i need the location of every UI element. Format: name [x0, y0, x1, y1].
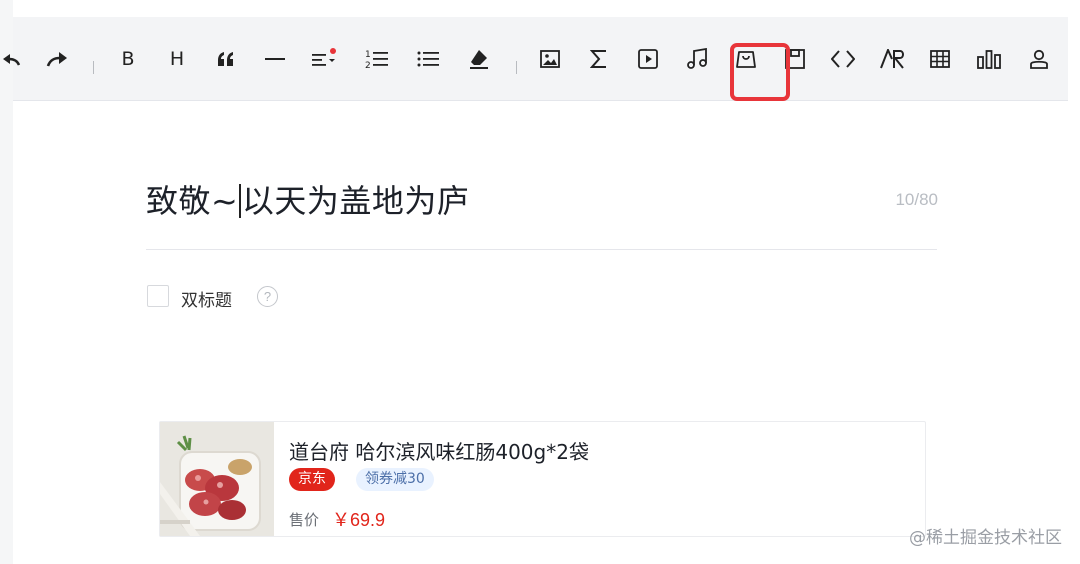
coupon-tag: 领券减30 — [356, 468, 434, 491]
editor-area: 致敬~ 以天为盖地为庐 10/80 双标题 ? 道台府 哈尔滨风味红肠400g*… — [13, 102, 1068, 564]
editor-toolbar: B H 12 — [3, 17, 1068, 101]
undo-icon[interactable] — [0, 39, 31, 79]
left-panel-edge — [0, 0, 13, 564]
title-char-counter: 10/80 — [895, 190, 938, 209]
double-title-label: 双标题 — [181, 291, 232, 311]
chart-icon[interactable] — [969, 39, 1009, 79]
align-icon[interactable] — [304, 39, 344, 79]
ordered-list-icon[interactable]: 12 — [357, 39, 397, 79]
svg-text:2: 2 — [365, 61, 371, 70]
bold-label: B — [121, 47, 135, 70]
title-divider — [146, 249, 937, 250]
store-tag: 京东 — [289, 468, 335, 491]
product-title: 道台府 哈尔滨风味红肠400g*2袋 — [289, 440, 589, 464]
title-text-before-caret: 致敬~ — [146, 182, 239, 220]
heading-button[interactable]: H — [157, 39, 197, 79]
video-icon[interactable] — [628, 39, 668, 79]
heading-label: H — [169, 47, 185, 70]
svg-text:1: 1 — [365, 50, 371, 60]
image-icon[interactable] — [530, 39, 570, 79]
audio-icon[interactable] — [677, 39, 717, 79]
product-card[interactable]: 道台府 哈尔滨风味红肠400g*2袋 京东 领券减30 售价 ￥69.9 — [159, 421, 926, 537]
user-icon[interactable] — [1019, 39, 1059, 79]
bold-button[interactable]: B — [108, 39, 148, 79]
product-image — [160, 422, 274, 536]
price-value: ￥69.9 — [332, 510, 386, 530]
ar-icon[interactable] — [873, 39, 913, 79]
double-title-checkbox[interactable] — [147, 285, 169, 307]
help-icon[interactable]: ? — [257, 286, 278, 307]
quote-icon[interactable] — [206, 39, 246, 79]
toolbar-separator — [516, 61, 517, 74]
code-icon[interactable] — [823, 39, 863, 79]
product-icon-highlight-box — [730, 43, 790, 101]
price-label: 售价 — [289, 511, 320, 529]
toolbar-separator — [93, 61, 94, 74]
title-input[interactable]: 致敬~ 以天为盖地为庐 — [146, 176, 469, 222]
title-text-after-caret: 以天为盖地为庐 — [241, 182, 470, 220]
site-watermark: @稀土掘金技术社区 — [909, 528, 1062, 548]
horizontal-rule-icon[interactable] — [255, 39, 295, 79]
table-icon[interactable] — [920, 39, 960, 79]
redo-icon[interactable] — [37, 39, 77, 79]
clear-format-icon[interactable] — [459, 39, 499, 79]
unordered-list-icon[interactable] — [408, 39, 448, 79]
text-caret — [239, 184, 241, 218]
help-glyph: ? — [263, 289, 272, 304]
formula-icon[interactable] — [579, 39, 619, 79]
